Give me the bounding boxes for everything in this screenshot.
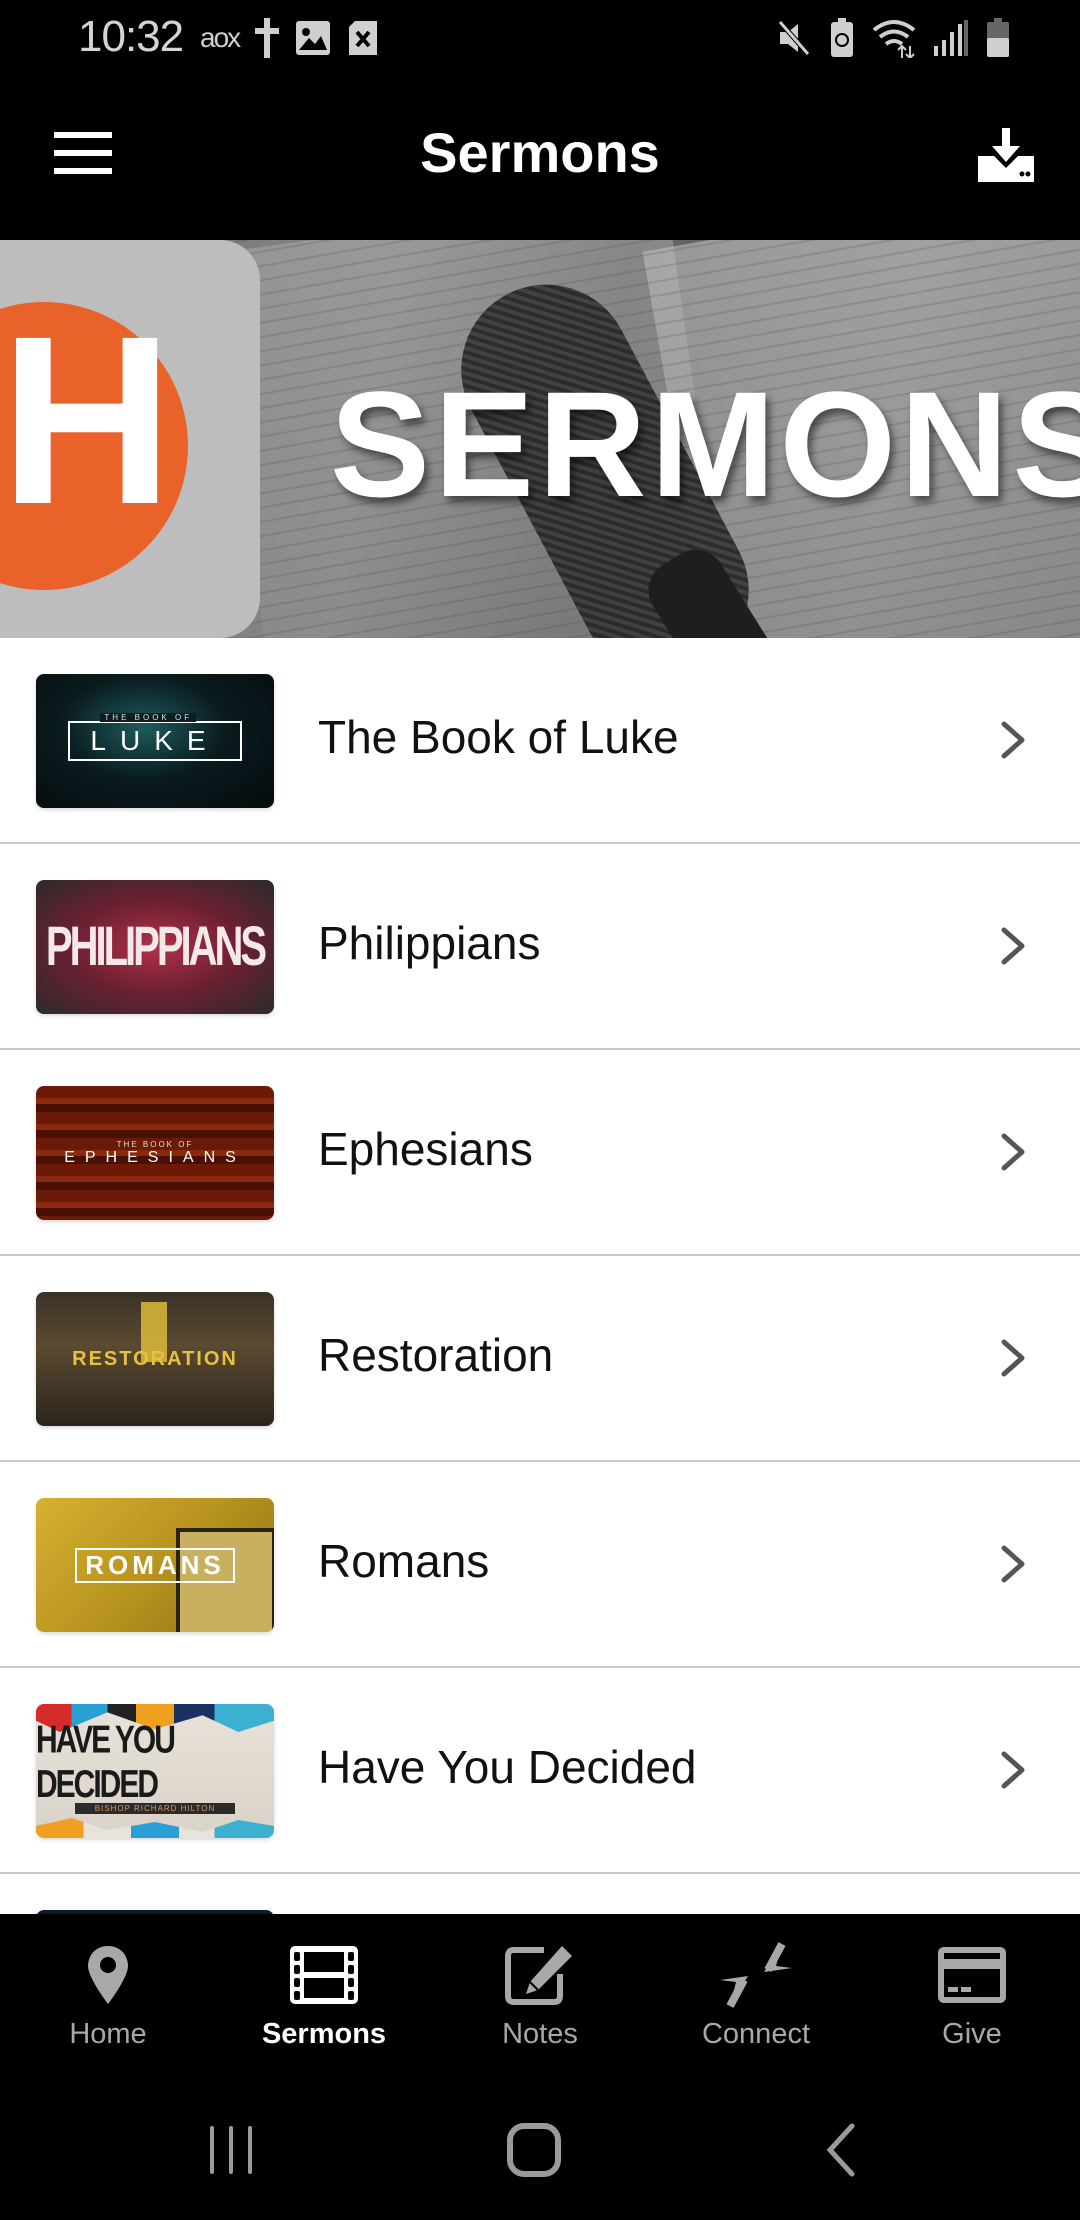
signal-icon	[934, 16, 968, 60]
thumb-label: ROMANS	[75, 1547, 235, 1583]
mute-icon	[776, 16, 812, 60]
battery-saver-icon	[830, 16, 854, 60]
series-title: Ephesians	[318, 1123, 533, 1175]
series-title: Philippians	[318, 917, 541, 969]
thumb-label: PHILIPPIANS	[45, 915, 267, 978]
sermons-banner: H SERMONS	[0, 240, 1080, 638]
list-item-partial[interactable]	[0, 1874, 1080, 1914]
nav-tab-home[interactable]: Home	[0, 1914, 216, 2080]
list-item[interactable]: HAVE YOU DECIDED BISHOP RICHARD HILTON H…	[0, 1668, 1080, 1874]
nav-label: Connect	[701, 2018, 810, 2050]
list-item[interactable]: RESTORATION Restoration	[0, 1256, 1080, 1462]
series-title: The Book of Luke	[318, 711, 679, 763]
back-button[interactable]	[820, 2120, 860, 2180]
banner-title: SERMONS	[330, 360, 1080, 528]
credit-card-icon	[936, 1942, 1008, 2008]
sim-error-icon	[347, 16, 379, 60]
wifi-icon	[872, 16, 916, 60]
series-thumbnail: THE BOOK OF EPHESIANS	[36, 1086, 274, 1220]
status-notification-icons: aox	[200, 16, 379, 60]
nav-tab-connect[interactable]: Connect	[648, 1914, 864, 2080]
chevron-right-icon	[1001, 721, 1025, 759]
app-bar: Sermons	[0, 76, 1080, 240]
chevron-right-icon	[1001, 927, 1025, 965]
battery-icon	[986, 16, 1010, 60]
nav-label: Notes	[502, 2018, 578, 2050]
map-pin-icon	[72, 1942, 144, 2008]
aox-notification-icon: aox	[200, 22, 241, 53]
bottom-navigation: Home Sermons Notes Connect Give	[0, 1914, 1080, 2080]
thumb-subtitle: BISHOP RICHARD HILTON	[74, 1802, 236, 1814]
list-item[interactable]: ROMANS Romans	[0, 1462, 1080, 1668]
home-button[interactable]	[506, 2120, 562, 2180]
image-icon	[295, 16, 331, 60]
recent-apps-button[interactable]	[206, 2120, 256, 2180]
nav-label: Give	[942, 2018, 1002, 2050]
chevron-right-icon	[1001, 1339, 1025, 1377]
series-thumbnail: PHILIPPIANS	[36, 880, 274, 1014]
thumb-label: RESTORATION	[72, 1347, 238, 1370]
series-thumbnail: THE BOOK OF LUKE	[36, 674, 274, 808]
status-system-icons	[776, 16, 1010, 60]
series-title: Romans	[318, 1535, 490, 1587]
thumb-subtitle: THE BOOK OF	[100, 713, 197, 722]
series-thumbnail: HAVE YOU DECIDED BISHOP RICHARD HILTON	[36, 1704, 274, 1838]
series-thumbnail: ROMANS	[36, 1498, 274, 1632]
sermon-series-list: THE BOOK OF LUKE The Book of Luke PHILIPP…	[0, 638, 1080, 1914]
thumb-label: LUKE	[90, 725, 220, 756]
church-logo-letter: H	[0, 286, 173, 554]
nav-tab-notes[interactable]: Notes	[432, 1914, 648, 2080]
nav-tab-give[interactable]: Give	[864, 1914, 1080, 2080]
thumb-label: HAVE YOU DECIDED	[36, 1718, 176, 1806]
list-item[interactable]: THE BOOK OF LUKE The Book of Luke	[0, 638, 1080, 844]
series-title: Restoration	[318, 1329, 554, 1381]
chevron-right-icon	[1001, 1133, 1025, 1171]
list-item[interactable]: THE BOOK OF EPHESIANS Ephesians	[0, 1050, 1080, 1256]
series-title: Have You Decided	[318, 1741, 697, 1793]
thumb-label: EPHESIANS	[64, 1148, 246, 1166]
chevron-right-icon	[1001, 1751, 1025, 1789]
thumb-subtitle: THE BOOK OF	[116, 1139, 194, 1149]
compress-arrows-icon	[720, 1942, 792, 2008]
status-bar: 10:32 aox	[0, 0, 1080, 76]
film-icon	[288, 1942, 360, 2008]
download-icon[interactable]	[976, 128, 1036, 184]
nav-label: Sermons	[261, 2018, 387, 2050]
nav-tab-sermons[interactable]: Sermons	[216, 1914, 432, 2080]
series-thumbnail: RESTORATION	[36, 1292, 274, 1426]
cross-icon	[255, 16, 280, 60]
system-navigation-bar	[0, 2080, 1080, 2220]
chevron-right-icon	[1001, 1545, 1025, 1583]
page-title: Sermons	[420, 121, 660, 184]
status-time: 10:32	[78, 12, 184, 61]
nav-label: Home	[69, 2018, 147, 2050]
list-item[interactable]: PHILIPPIANS Philippians	[0, 844, 1080, 1050]
edit-note-icon	[504, 1942, 576, 2008]
